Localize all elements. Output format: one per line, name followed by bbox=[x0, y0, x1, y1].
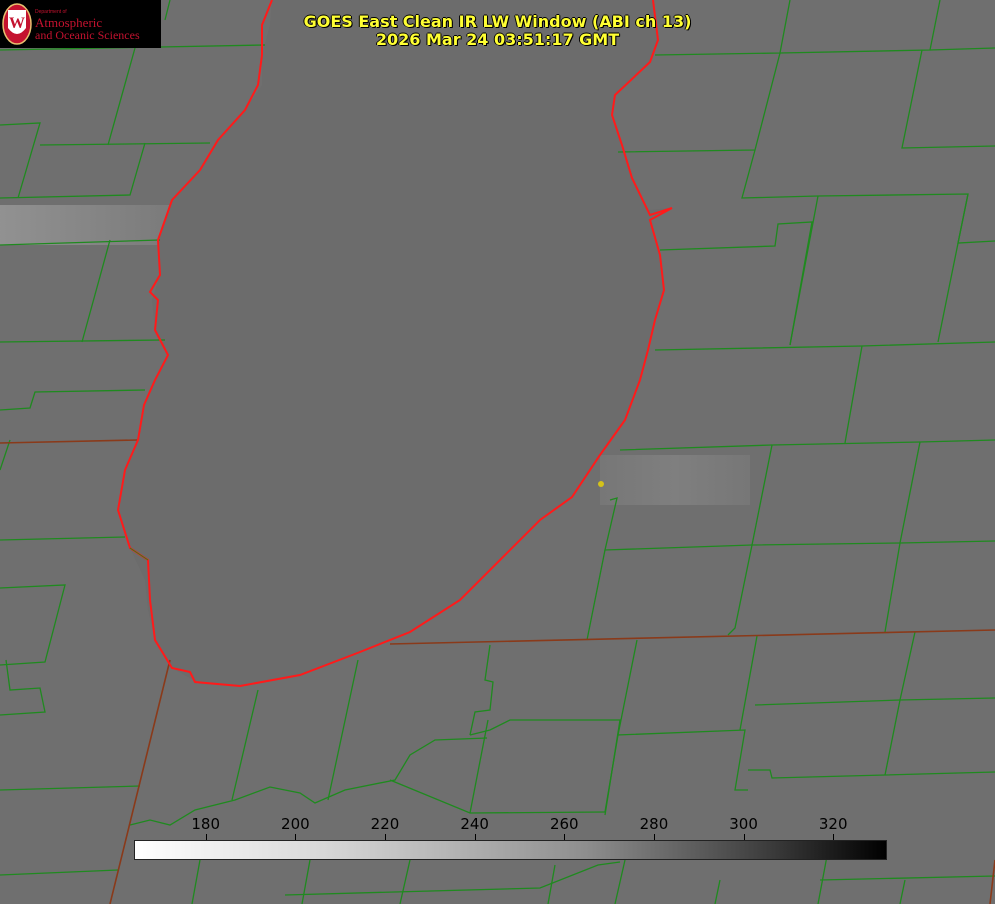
colorbar-tick-label: 180 bbox=[191, 815, 221, 833]
colorbar-tick-label: 280 bbox=[639, 815, 669, 833]
location-marker bbox=[598, 481, 604, 487]
uw-crest-icon: W bbox=[2, 3, 32, 45]
colorbar-tick-mark bbox=[833, 834, 835, 840]
colorbar-tick-label: 320 bbox=[818, 815, 848, 833]
satellite-image: GOES East Clean IR LW Window (ABI ch 13)… bbox=[0, 0, 995, 904]
colorbar-tick-label: 220 bbox=[370, 815, 400, 833]
colorbar-tick-label: 300 bbox=[729, 815, 758, 833]
cloud-streak bbox=[600, 455, 750, 505]
colorbar-tick-label: 240 bbox=[460, 815, 489, 833]
colorbar-tick-mark bbox=[385, 834, 386, 840]
colorbar-tick-mark bbox=[295, 834, 297, 840]
colorbar-tick-mark bbox=[564, 834, 566, 840]
colorbar-tick-mark bbox=[474, 834, 476, 840]
map-layer bbox=[0, 0, 995, 904]
colorbar-tick-label: 260 bbox=[549, 815, 579, 833]
logo-title-line2: and Oceanic Sciences bbox=[35, 28, 140, 42]
colorbar-tick-mark bbox=[653, 834, 655, 840]
colorbar-tick-mark bbox=[205, 834, 207, 840]
colorbar-tick-mark bbox=[743, 834, 745, 840]
temperature-colorbar bbox=[134, 840, 887, 860]
aos-logo: W Department of Atmospheric and Oceanic … bbox=[0, 0, 161, 48]
colorbar-tick-label: 200 bbox=[281, 815, 310, 833]
svg-text:W: W bbox=[9, 15, 25, 32]
